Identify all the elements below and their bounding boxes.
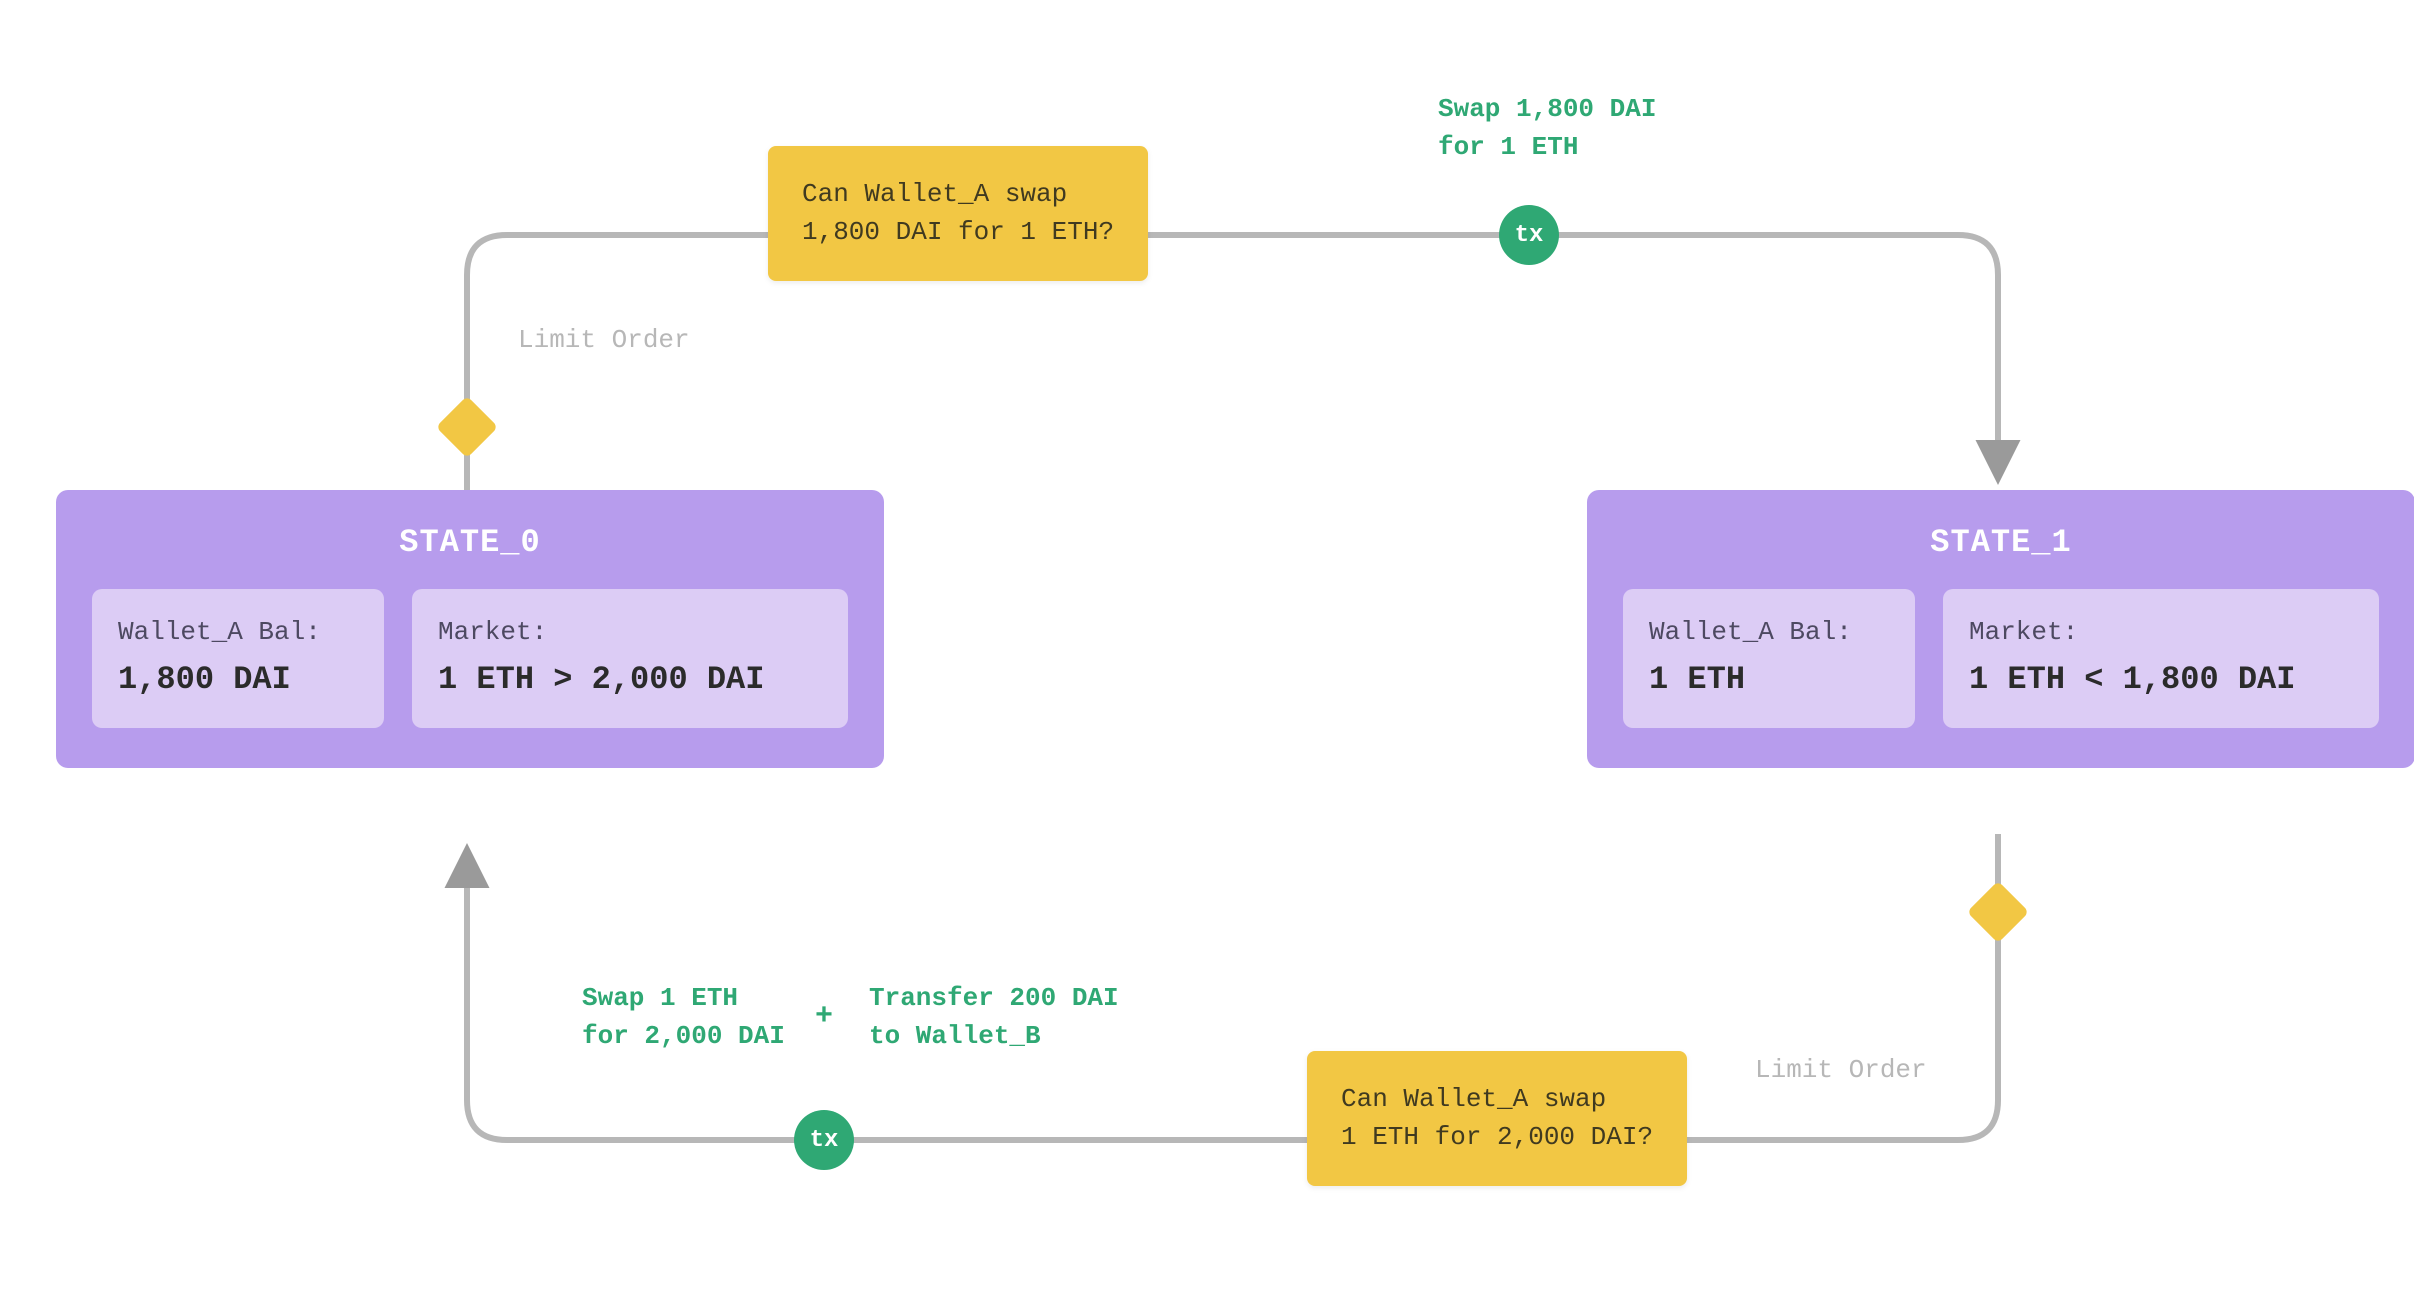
- state-1-wallet-label: Wallet_A Bal:: [1649, 617, 1889, 647]
- state-1-card: STATE_1 Wallet_A Bal: 1 ETH Market: 1 ET…: [1587, 490, 2414, 768]
- state-0-market: Market: 1 ETH > 2,000 DAI: [412, 589, 848, 728]
- state-1-market: Market: 1 ETH < 1,800 DAI: [1943, 589, 2379, 728]
- state-1-market-value: 1 ETH < 1,800 DAI: [1969, 661, 2353, 698]
- diagram-stage: STATE_0 Wallet_A Bal: 1,800 DAI Market: …: [0, 0, 2414, 1294]
- state-0-wallet-value: 1,800 DAI: [118, 661, 358, 698]
- state-0-card: STATE_0 Wallet_A Bal: 1,800 DAI Market: …: [56, 490, 884, 768]
- state-0-wallet: Wallet_A Bal: 1,800 DAI: [92, 589, 384, 728]
- state-1-title: STATE_1: [1623, 524, 2379, 561]
- action-top: Swap 1,800 DAI for 1 ETH: [1438, 91, 1656, 166]
- diamond-icon: [436, 396, 498, 458]
- state-1-wallet: Wallet_A Bal: 1 ETH: [1623, 589, 1915, 728]
- tx-badge-bottom: tx: [794, 1110, 854, 1170]
- state-0-market-value: 1 ETH > 2,000 DAI: [438, 661, 822, 698]
- action-bottom-right: Transfer 200 DAI to Wallet_B: [869, 980, 1119, 1055]
- edge-label-top: Limit Order: [518, 325, 690, 355]
- action-bottom-left: Swap 1 ETH for 2,000 DAI: [582, 980, 785, 1055]
- state-0-market-label: Market:: [438, 617, 822, 647]
- plus-icon: +: [815, 1000, 833, 1034]
- state-0-title: STATE_0: [92, 524, 848, 561]
- state-1-market-label: Market:: [1969, 617, 2353, 647]
- tx-badge-top: tx: [1499, 205, 1559, 265]
- state-0-wallet-label: Wallet_A Bal:: [118, 617, 358, 647]
- diamond-icon: [1967, 881, 2029, 943]
- state-1-wallet-value: 1 ETH: [1649, 661, 1889, 698]
- decision-top: Can Wallet_A swap 1,800 DAI for 1 ETH?: [768, 146, 1148, 281]
- edge-label-bottom: Limit Order: [1755, 1055, 1927, 1085]
- decision-bottom: Can Wallet_A swap 1 ETH for 2,000 DAI?: [1307, 1051, 1687, 1186]
